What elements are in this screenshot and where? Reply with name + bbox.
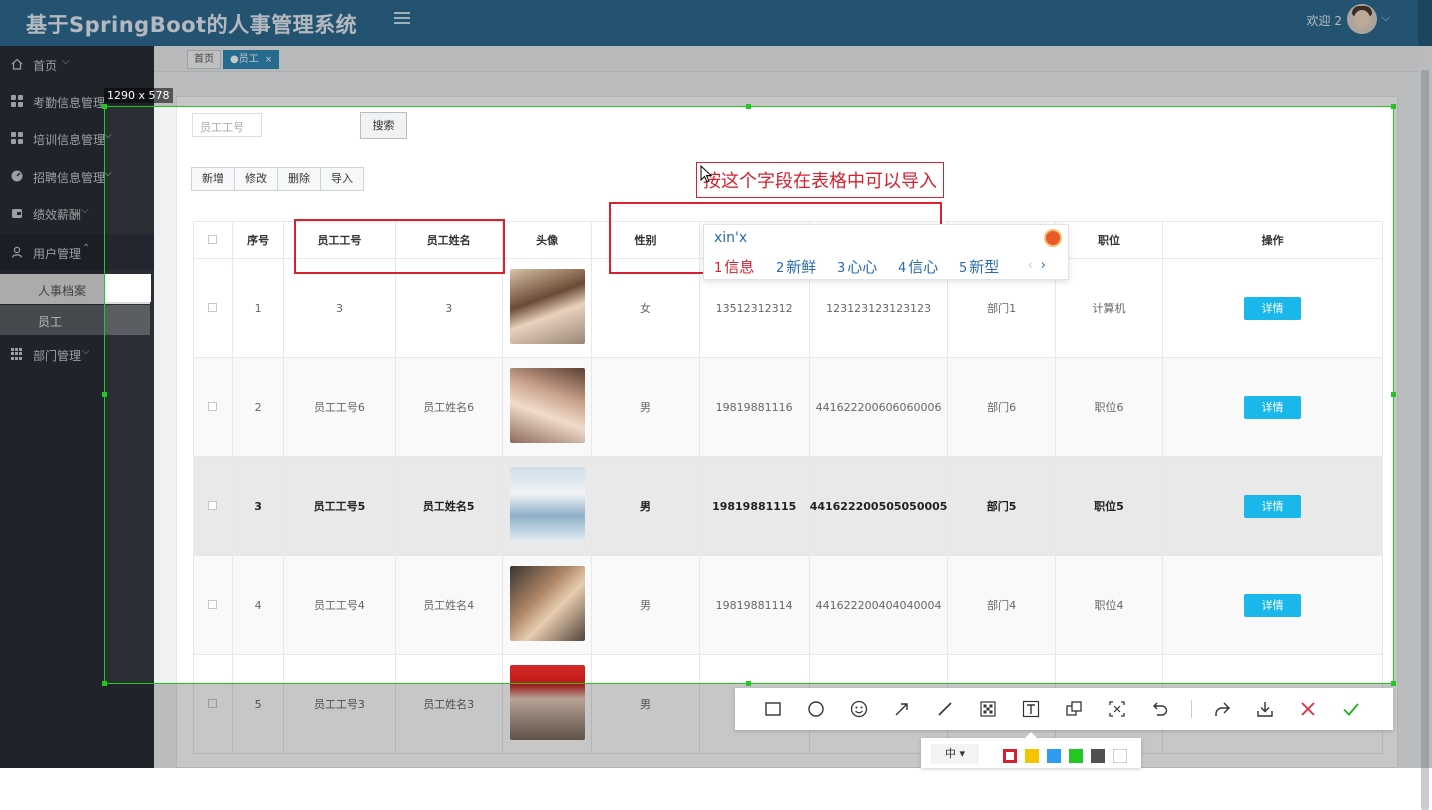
resize-handle[interactable] — [102, 681, 107, 686]
capture-shade-top — [0, 0, 1432, 106]
ime-candidate-window: xin'x 1 信息 2 新鲜 3 心心 4 信心 5 新型 ‹ › — [703, 224, 1069, 280]
share-icon[interactable] — [1211, 698, 1233, 720]
ime-candidate[interactable]: 2 新鲜 — [776, 256, 816, 277]
color-swatch-white[interactable] — [1113, 749, 1127, 763]
ime-candidate[interactable]: 5 新型 — [959, 256, 999, 277]
color-swatch-red[interactable] — [1003, 749, 1017, 763]
resize-handle[interactable] — [1391, 681, 1396, 686]
annotation-text[interactable]: 按这个字段在表格中可以导入 — [696, 162, 944, 198]
chevron-left-icon: ‹ — [1027, 258, 1033, 273]
text-tool-icon[interactable] — [1020, 698, 1042, 720]
ime-page-arrows[interactable]: ‹ › — [1028, 258, 1046, 273]
mouse-cursor-icon — [700, 165, 713, 183]
ime-candidate[interactable]: 1 信息 — [714, 256, 754, 277]
confirm-icon[interactable] — [1340, 698, 1362, 720]
capture-size-label: 1290 x 578 — [104, 88, 173, 103]
ime-logo-icon — [1044, 229, 1062, 247]
ocr-tool-icon[interactable] — [1106, 698, 1128, 720]
ime-candidate[interactable]: 4 信心 — [898, 256, 938, 277]
resize-handle[interactable] — [102, 104, 107, 109]
save-icon[interactable] — [1254, 698, 1276, 720]
font-size-select[interactable]: 中 ▾ — [931, 744, 979, 764]
color-swatch-blue[interactable] — [1047, 749, 1061, 763]
rectangle-tool-icon[interactable] — [762, 698, 784, 720]
emoji-tool-icon[interactable] — [848, 698, 870, 720]
resize-handle[interactable] — [1391, 104, 1396, 109]
arrow-tool-icon[interactable] — [891, 698, 913, 720]
cancel-icon[interactable] — [1297, 698, 1319, 720]
ime-candidate[interactable]: 3 心心 — [837, 256, 877, 277]
resize-handle[interactable] — [102, 392, 107, 397]
ellipse-tool-icon[interactable] — [805, 698, 827, 720]
mosaic-tool-icon[interactable] — [977, 698, 999, 720]
resize-handle[interactable] — [1391, 392, 1396, 397]
capture-shade-left — [0, 106, 104, 684]
capture-shade-right — [1394, 106, 1432, 684]
color-palette-bar: 中 ▾ — [921, 732, 1141, 768]
resize-handle[interactable] — [746, 104, 751, 109]
pin-tool-icon[interactable] — [1063, 698, 1085, 720]
resize-handle[interactable] — [746, 681, 751, 686]
ime-input: xin'x — [714, 230, 748, 246]
color-swatch-yellow[interactable] — [1025, 749, 1039, 763]
color-swatch-gray[interactable] — [1091, 749, 1105, 763]
annotation-toolbar — [735, 688, 1393, 730]
annotation-rect[interactable] — [294, 219, 505, 274]
pen-tool-icon[interactable] — [934, 698, 956, 720]
toolbar-divider — [1191, 700, 1192, 718]
color-swatch-green[interactable] — [1069, 749, 1083, 763]
undo-icon[interactable] — [1149, 698, 1171, 720]
chevron-right-icon: › — [1040, 258, 1046, 273]
